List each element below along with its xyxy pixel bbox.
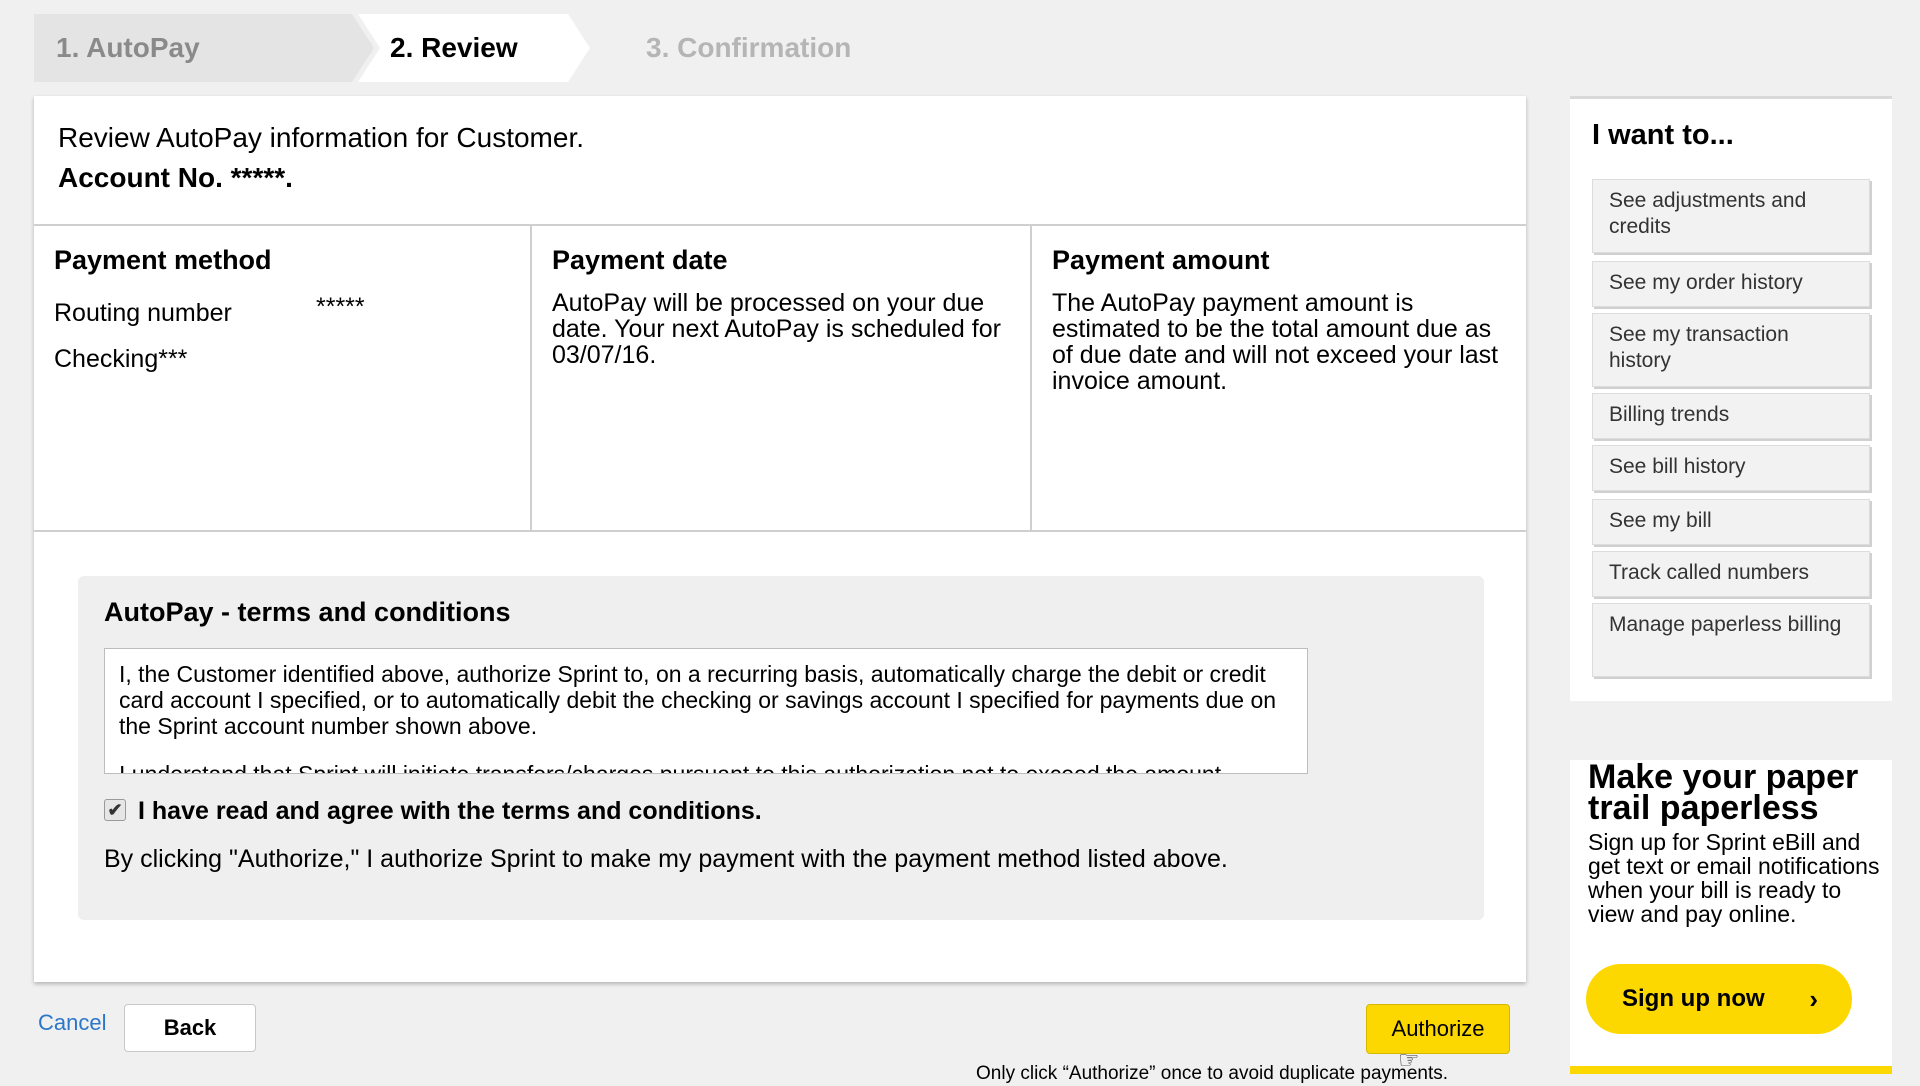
- payment-method-heading: Payment method: [54, 245, 272, 275]
- payment-date-text: AutoPay will be processed on your due da…: [552, 289, 1001, 369]
- review-card: Review AutoPay information for Customer.…: [34, 96, 1526, 982]
- step-review: 2. Review: [358, 14, 590, 82]
- sidebar-item-adjustments[interactable]: See adjustments and credits: [1592, 179, 1870, 253]
- terms-section: AutoPay - terms and conditions I, the Cu…: [78, 576, 1484, 920]
- step-confirmation: 3. Confirmation: [646, 32, 852, 63]
- routing-row: Routing number *****: [54, 290, 510, 336]
- authorize-button[interactable]: Authorize: [1366, 1004, 1510, 1054]
- i-want-to-panel: I want to... See adjustments and credits…: [1570, 96, 1892, 701]
- step-autopay: 1. AutoPay: [34, 14, 374, 82]
- sidebar-item-transaction-history[interactable]: See my transaction history: [1592, 313, 1870, 387]
- payment-date-heading: Payment date: [552, 245, 728, 275]
- sidebar-item-order-history[interactable]: See my order history: [1592, 261, 1870, 307]
- ebill-promo: Make your paper trail paperless Sign up …: [1570, 760, 1892, 1074]
- sidebar-item-bill-history[interactable]: See bill history: [1592, 445, 1870, 491]
- chevron-right-icon: ›: [1809, 984, 1818, 1014]
- review-intro: Review AutoPay information for Customer.…: [58, 118, 584, 198]
- duplicate-warning: Only click “Authorize” once to avoid dup…: [976, 1063, 1449, 1084]
- terms-paragraph: I, the Customer identified above, author…: [119, 661, 1277, 739]
- sidebar-item-called-numbers[interactable]: Track called numbers: [1592, 551, 1870, 597]
- terms-paragraph: I understand that Sprint will initiate t…: [119, 761, 1222, 774]
- routing-label: Routing number: [54, 299, 232, 327]
- review-intro-text: Review AutoPay information for Customer.: [58, 122, 585, 153]
- promo-body: Sign up for Sprint eBill and get text or…: [1588, 829, 1880, 927]
- routing-value: *****: [316, 293, 365, 321]
- promo-title: Make your paper trail paperless: [1588, 758, 1859, 827]
- agree-checkbox[interactable]: ✔: [104, 799, 126, 822]
- account-type: Checking***: [54, 345, 188, 373]
- back-button[interactable]: Back: [124, 1004, 256, 1052]
- agree-row[interactable]: ✔ I have read and agree with the terms an…: [104, 794, 762, 828]
- sidebar-item-billing-trends[interactable]: Billing trends: [1592, 393, 1870, 439]
- agree-label: I have read and agree with the terms and…: [138, 797, 762, 825]
- progress-stepper: 1. AutoPay 2. Review 3. Confirmation: [34, 14, 894, 82]
- sign-up-label: Sign up now: [1622, 985, 1765, 1012]
- sidebar-item-paperless[interactable]: Manage paperless billing: [1592, 603, 1870, 677]
- payment-method-panel: Payment method Routing number ***** Chec…: [34, 226, 532, 530]
- sidebar-title: I want to...: [1592, 119, 1734, 151]
- terms-scroll-box[interactable]: I, the Customer identified above, author…: [104, 648, 1308, 774]
- terms-heading: AutoPay - terms and conditions: [104, 597, 511, 627]
- payment-amount-panel: Payment amount The AutoPay payment amoun…: [1032, 226, 1526, 530]
- authorize-note: By clicking "Authorize," I authorize Spr…: [104, 845, 1228, 873]
- sidebar-item-my-bill[interactable]: See my bill: [1592, 499, 1870, 545]
- payment-info-row: Payment method Routing number ***** Chec…: [34, 224, 1526, 532]
- payment-date-panel: Payment date AutoPay will be processed o…: [532, 226, 1032, 530]
- cancel-link[interactable]: Cancel: [38, 1010, 106, 1036]
- sign-up-button[interactable]: Sign up now ›: [1586, 964, 1852, 1034]
- account-number: Account No. *****.: [58, 162, 293, 193]
- payment-amount-heading: Payment amount: [1052, 245, 1270, 275]
- payment-amount-text: The AutoPay payment amount is estimated …: [1052, 289, 1499, 395]
